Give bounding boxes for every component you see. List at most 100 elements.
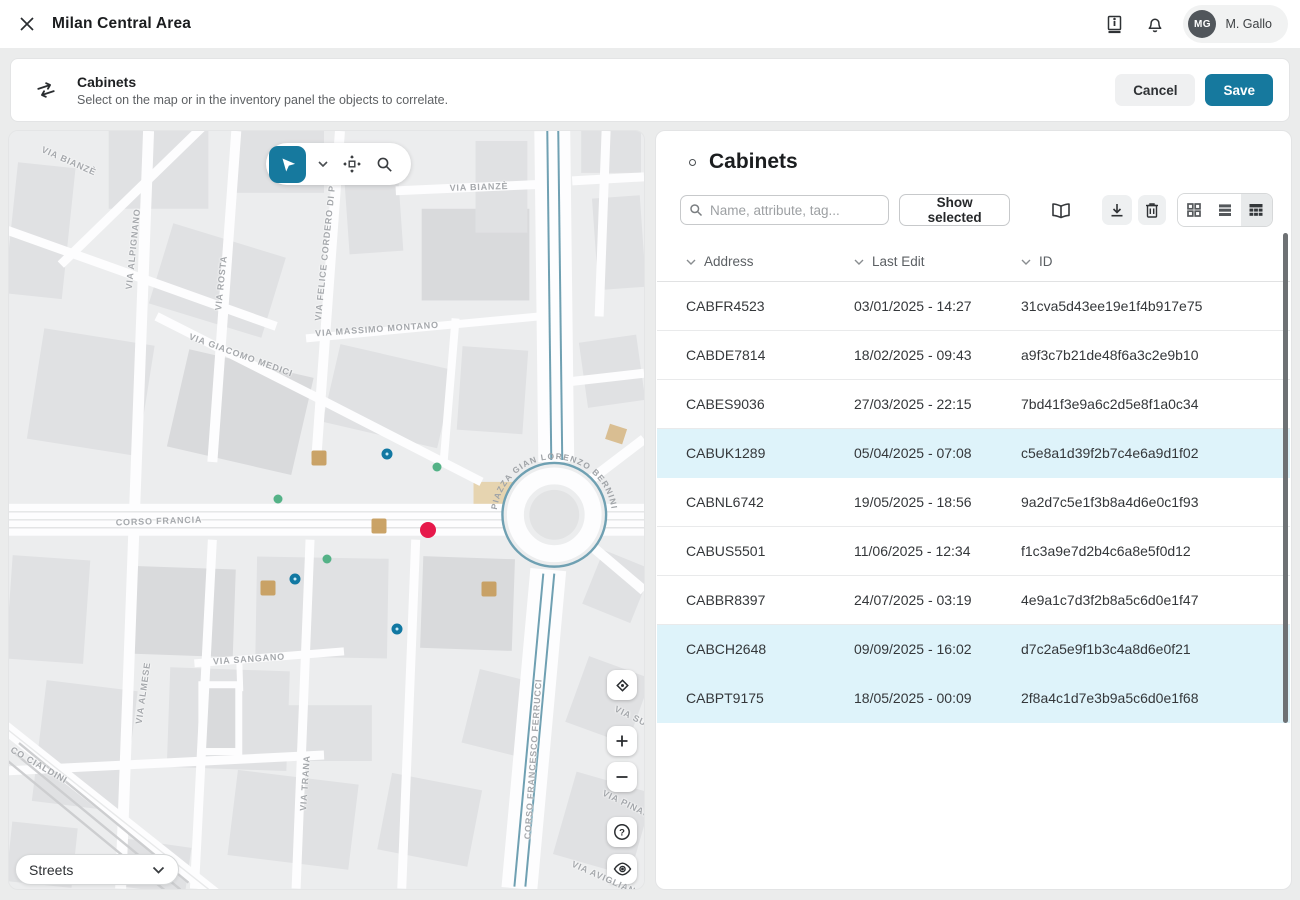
table-row[interactable]: CABES9036 27/03/2025 - 22:15 7bd41f3e9a6…	[657, 380, 1290, 429]
equipment-marker[interactable]	[372, 519, 387, 534]
equipment-marker[interactable]	[482, 582, 497, 597]
correlate-arrows-icon	[33, 77, 59, 103]
column-header-address[interactable]: Address	[686, 254, 854, 269]
cell-address: CABCH2648	[686, 641, 854, 657]
user-menu[interactable]: MG M. Gallo	[1183, 5, 1288, 43]
view-table-button[interactable]	[1241, 194, 1272, 226]
pointer-tool-expand[interactable]	[315, 158, 331, 170]
visibility-button[interactable]	[607, 854, 637, 884]
view-list-button[interactable]	[1210, 194, 1241, 226]
pointer-tool-button[interactable]	[269, 146, 306, 183]
view-mode-switch	[1177, 193, 1273, 227]
cell-last-edit: 24/07/2025 - 03:19	[854, 592, 1021, 608]
chevron-down-icon	[1021, 259, 1031, 265]
cell-id: 4e9a1c7d3f2b8a5c6d0e1f47	[1021, 592, 1290, 608]
user-name: M. Gallo	[1225, 17, 1272, 31]
cell-address: CABDE7814	[686, 347, 854, 363]
basemap-selector[interactable]: Streets	[15, 854, 179, 885]
cell-address: CABBR8397	[686, 592, 854, 608]
inventory-panel: Cabinets Show selected	[655, 130, 1292, 890]
action-bar-title: Cabinets	[77, 74, 448, 90]
cell-last-edit: 11/06/2025 - 12:34	[854, 543, 1021, 559]
search-icon	[376, 156, 393, 173]
manual-book-icon	[1106, 15, 1123, 34]
equipment-marker[interactable]	[261, 581, 276, 596]
view-grid-button[interactable]	[1178, 194, 1209, 226]
open-book-icon	[1051, 202, 1071, 219]
map-toolbar	[266, 143, 411, 185]
cabinet-marker[interactable]	[382, 449, 393, 460]
table-header: Address Last Edit ID	[657, 242, 1290, 282]
cell-id: 7bd41f3e9a6c2d5e8f1a0c34	[1021, 396, 1290, 412]
map[interactable]: PIAZZA GIAN LORENZO BERNINI	[8, 130, 645, 890]
close-button[interactable]	[16, 13, 38, 35]
show-selected-button[interactable]: Show selected	[899, 194, 1010, 226]
cell-id: 9a2d7c5e1f3b8a4d6e0c1f93	[1021, 494, 1290, 510]
cell-address: CABNL6742	[686, 494, 854, 510]
table-row[interactable]: CABUS5501 11/06/2025 - 12:34 f1c3a9e7d2b…	[657, 527, 1290, 576]
poi-marker	[433, 463, 442, 472]
plus-icon	[615, 734, 629, 748]
cell-id: c5e8a1d39f2b7c4e6a9d1f02	[1021, 445, 1290, 461]
catalog-button[interactable]	[1049, 200, 1073, 221]
delete-button[interactable]	[1138, 195, 1166, 225]
pan-tool-button[interactable]	[340, 152, 364, 176]
list-view-icon	[1217, 202, 1233, 218]
grid-view-icon	[1186, 202, 1202, 218]
selected-point-marker[interactable]	[420, 522, 436, 538]
save-button[interactable]: Save	[1205, 74, 1273, 106]
minus-icon	[615, 770, 629, 784]
chevron-down-icon	[152, 866, 165, 874]
cell-address: CABUS5501	[686, 543, 854, 559]
chevron-down-icon	[686, 259, 696, 265]
search-input[interactable]	[680, 195, 889, 225]
table-row[interactable]: CABNL6742 19/05/2025 - 18:56 9a2d7c5e1f3…	[657, 478, 1290, 527]
action-bar-subtitle: Select on the map or in the inventory pa…	[77, 93, 448, 107]
cell-id: f1c3a9e7d2b4c6a8e5f0d12	[1021, 543, 1290, 559]
basemap: PIAZZA GIAN LORENZO BERNINI	[9, 131, 644, 889]
column-header-id[interactable]: ID	[1021, 254, 1290, 269]
manual-button[interactable]	[1102, 11, 1127, 38]
trash-icon	[1144, 201, 1160, 219]
cabinet-table-body: CABFR4523 03/01/2025 - 14:27 31cva5d43ee…	[657, 282, 1290, 723]
column-header-last-edit[interactable]: Last Edit	[854, 254, 1021, 269]
table-row[interactable]: CABUK1289 05/04/2025 - 07:08 c5e8a1d39f2…	[657, 429, 1290, 478]
table-row[interactable]: CABCH2648 09/09/2025 - 16:02 d7c2a5e9f1b…	[657, 625, 1290, 674]
locate-button[interactable]	[607, 670, 637, 700]
panel-scrollbar[interactable]	[1283, 233, 1288, 723]
cabinet-marker[interactable]	[392, 624, 403, 635]
eye-icon	[613, 862, 632, 876]
map-search-button[interactable]	[373, 153, 396, 176]
chevron-down-icon	[854, 259, 864, 265]
cell-last-edit: 09/09/2025 - 16:02	[854, 641, 1021, 657]
equipment-marker[interactable]	[312, 451, 327, 466]
poi-marker	[323, 555, 332, 564]
close-icon	[20, 17, 34, 31]
download-button[interactable]	[1102, 195, 1132, 225]
svg-text:?: ?	[619, 827, 625, 838]
pan-icon	[343, 155, 361, 173]
chevron-down-icon	[318, 161, 328, 167]
download-icon	[1108, 201, 1126, 219]
pointer-icon	[279, 155, 297, 173]
zoom-out-button[interactable]	[607, 762, 637, 792]
cell-address: CABES9036	[686, 396, 854, 412]
notifications-button[interactable]	[1143, 11, 1167, 37]
zoom-in-button[interactable]	[607, 726, 637, 756]
table-row[interactable]: CABPT9175 18/05/2025 - 00:09 2f8a4c1d7e3…	[657, 674, 1290, 723]
poi-marker	[274, 495, 283, 504]
cell-id: 31cva5d43ee19e1f4b917e75	[1021, 298, 1290, 314]
table-row[interactable]: CABBR8397 24/07/2025 - 03:19 4e9a1c7d3f2…	[657, 576, 1290, 625]
bell-icon	[1147, 15, 1163, 33]
table-row[interactable]: CABFR4523 03/01/2025 - 14:27 31cva5d43ee…	[657, 282, 1290, 331]
basemap-value: Streets	[29, 862, 73, 878]
cell-id: 2f8a4c1d7e3b9a5c6d0e1f68	[1021, 690, 1290, 706]
avatar: MG	[1188, 10, 1216, 38]
panel-toolbar: Show selected	[680, 194, 1273, 226]
cabinet-marker[interactable]	[290, 574, 301, 585]
table-row[interactable]: CABDE7814 18/02/2025 - 09:43 a9f3c7b21de…	[657, 331, 1290, 380]
top-bar: Milan Central Area MG M. Gallo	[0, 0, 1300, 48]
help-button[interactable]: ?	[607, 817, 637, 847]
cell-address: CABFR4523	[686, 298, 854, 314]
cancel-button[interactable]: Cancel	[1115, 74, 1195, 106]
